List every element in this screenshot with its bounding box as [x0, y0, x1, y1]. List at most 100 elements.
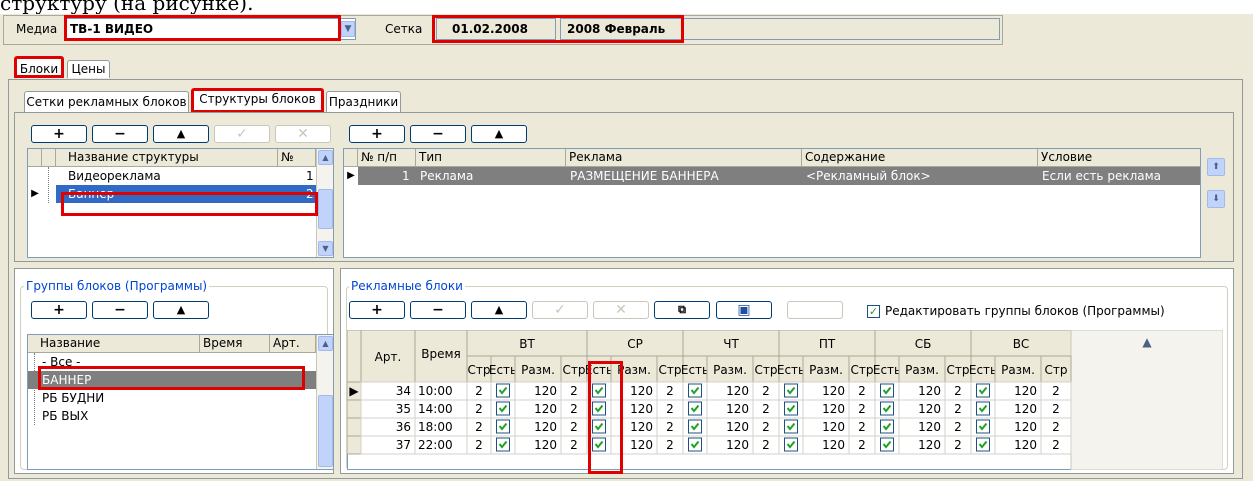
tab-block-structures-label: Структуры блоков	[199, 92, 316, 106]
items-indicator-header	[344, 149, 358, 167]
block-size: 120	[1014, 384, 1037, 398]
block-str: 2	[954, 420, 962, 434]
blocks-sub-header-label: Есть	[873, 363, 901, 377]
block-art: 36	[396, 420, 411, 434]
block-size: 120	[534, 402, 557, 416]
blocks-sub-header-label: Стр	[563, 363, 586, 377]
block-str: 2	[475, 420, 483, 434]
blocks-indicator-header	[347, 330, 362, 383]
scroll-thumb[interactable]	[318, 189, 333, 229]
block-up-button[interactable]: ▲	[471, 301, 527, 319]
tab-ad-block-grids[interactable]: Сетки рекламных блоков	[24, 91, 189, 112]
block-str: 2	[666, 420, 674, 434]
blocks-sub-header-label: Стр	[947, 363, 970, 377]
block-size: 120	[822, 438, 845, 452]
block-time: 22:00	[418, 438, 453, 452]
copy-icon[interactable]: ⧉	[654, 301, 710, 319]
structure-remove-button[interactable]: −	[92, 125, 148, 143]
blocks-sub-header-label: Стр	[1045, 363, 1068, 377]
block-str: 2	[858, 402, 866, 416]
row-pointer-icon: ▶	[31, 188, 39, 199]
groups-title: Группы блоков (Программы)	[24, 279, 210, 293]
block-size: 120	[1014, 420, 1037, 434]
block-str: 2	[666, 384, 674, 398]
blocks-sub-header-label: Стр	[755, 363, 778, 377]
block-art: 37	[396, 438, 411, 452]
block-size: 120	[822, 402, 845, 416]
block-size: 120	[726, 402, 749, 416]
structure-up-button[interactable]: ▲	[153, 125, 209, 143]
group-up-button[interactable]: ▲	[153, 301, 209, 319]
block-size: 120	[726, 420, 749, 434]
save-icon[interactable]: ▣	[716, 301, 772, 319]
block-str: 2	[954, 402, 962, 416]
block-remove-button[interactable]: −	[410, 301, 466, 319]
chevron-down-icon[interactable]: ▼	[341, 21, 355, 37]
group-remove-button[interactable]: −	[92, 301, 148, 319]
item-remove-button[interactable]: −	[410, 125, 466, 143]
block-size: 120	[822, 420, 845, 434]
item-add-button[interactable]: +	[349, 125, 405, 143]
item-num: 1	[402, 169, 410, 183]
structure-row[interactable]: Видеореклама 1	[56, 167, 316, 185]
block-str: 2	[762, 438, 770, 452]
blocks-sub-header-label: Стр	[851, 363, 874, 377]
blocks-row-indicator	[347, 417, 362, 437]
tab-blocks[interactable]: Блоки	[14, 56, 64, 78]
block-size: 120	[918, 438, 941, 452]
groups-scrollbar[interactable]: ▲	[316, 335, 333, 469]
block-extra-button[interactable]	[787, 301, 843, 319]
move-down-icon[interactable]: ⬇	[1207, 190, 1225, 208]
block-str: 2	[1052, 420, 1060, 434]
item-row[interactable]: 1 Реклама РАЗМЕЩЕНИЕ БАННЕРА <Рекламный …	[358, 167, 1200, 185]
block-str: 2	[954, 384, 962, 398]
block-size: 120	[630, 438, 653, 452]
structure-cancel-button[interactable]: ✕	[275, 125, 331, 143]
group-add-button[interactable]: +	[31, 301, 87, 319]
block-str: 2	[762, 384, 770, 398]
block-confirm-button[interactable]: ✓	[532, 301, 588, 319]
block-size: 120	[918, 384, 941, 398]
block-str: 2	[858, 420, 866, 434]
structure-add-button[interactable]: +	[31, 125, 87, 143]
blocks-sub-header-label: Разм.	[713, 363, 747, 377]
scroll-down-icon[interactable]: ▼	[318, 241, 333, 256]
block-size: 120	[918, 402, 941, 416]
block-art: 35	[396, 402, 411, 416]
blocks-day-header-label: ВС	[1013, 337, 1030, 351]
blocks-sub-header-label: Есть	[969, 363, 997, 377]
block-time: 18:00	[418, 420, 453, 434]
scroll-up-icon[interactable]: ▲	[318, 150, 333, 165]
move-up-icon[interactable]: ⬆	[1207, 158, 1225, 176]
item-up-button[interactable]: ▲	[471, 125, 527, 143]
blocks-sub-header-label: Разм.	[809, 363, 843, 377]
blocks-art-header-label: Арт.	[375, 350, 402, 364]
structure-confirm-button[interactable]: ✓	[214, 125, 270, 143]
blocks-sub-header-label: Есть	[777, 363, 805, 377]
tab-holidays-label: Праздники	[328, 95, 399, 109]
block-size: 120	[822, 384, 845, 398]
structures-indicator-header	[28, 149, 42, 167]
block-time: 10:00	[418, 384, 453, 398]
edit-groups-checkbox[interactable]: ✓	[867, 305, 880, 318]
scroll-up-icon[interactable]: ▲	[318, 336, 333, 351]
scroll-thumb[interactable]	[318, 395, 333, 467]
blocks-row-indicator	[347, 399, 362, 419]
tab-prices[interactable]: Цены	[67, 60, 110, 78]
block-size: 120	[726, 384, 749, 398]
block-str: 2	[1052, 384, 1060, 398]
block-cancel-button[interactable]: ✕	[593, 301, 649, 319]
block-str: 2	[475, 438, 483, 452]
blocks-sub-header-label: Есть	[489, 363, 517, 377]
tab-block-structures[interactable]: Структуры блоков	[191, 88, 324, 113]
block-add-button[interactable]: +	[349, 301, 405, 319]
group-row[interactable]: РБ БУДНИ	[28, 389, 316, 407]
structures-tree-header	[42, 149, 56, 167]
tab-holidays[interactable]: Праздники	[326, 91, 401, 112]
blocks-day-header-label: ЧТ	[723, 337, 739, 351]
block-str: 2	[762, 402, 770, 416]
media-label: Медиа	[16, 22, 58, 36]
group-row[interactable]: РБ ВЫХ	[28, 407, 316, 425]
structures-scrollbar[interactable]: ▲ ▼	[316, 149, 333, 257]
blocks-sub-header-label: Стр	[659, 363, 682, 377]
